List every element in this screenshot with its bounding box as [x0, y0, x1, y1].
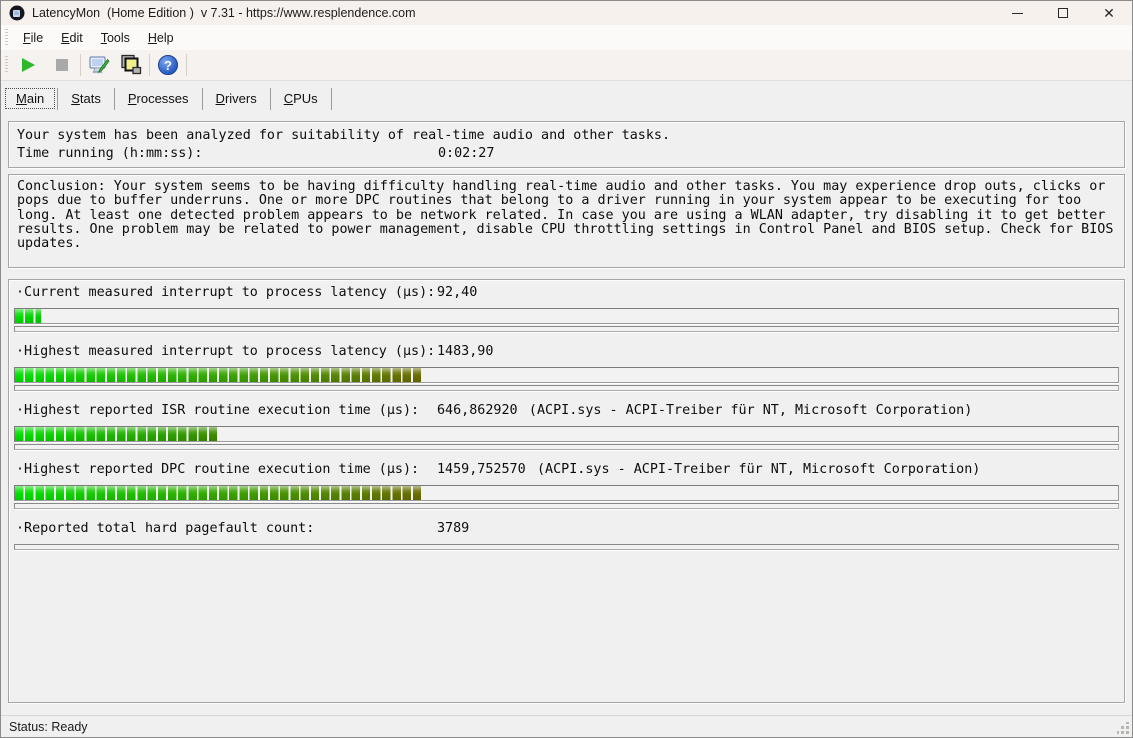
status-bar: Status: Ready — [1, 715, 1132, 737]
menu-help[interactable]: Help — [139, 29, 183, 47]
help-button[interactable]: ? — [154, 52, 182, 78]
tab-separator — [331, 88, 332, 110]
tab-main[interactable]: Main — [5, 88, 55, 109]
conclusion-text: Conclusion: Your system seems to be havi… — [17, 180, 1116, 251]
meter-label: ·Highest measured interrupt to process l… — [16, 345, 437, 359]
close-icon: ✕ — [1103, 6, 1115, 20]
close-button[interactable]: ✕ — [1086, 1, 1132, 25]
time-running-line: Time running (h:mm:ss): 0:02:27 — [17, 145, 1116, 163]
meter-row-highest-latency: ·Highest measured interrupt to process l… — [14, 345, 1119, 391]
window-controls: ✕ — [994, 1, 1132, 25]
meter-bar-fill — [15, 309, 41, 323]
meter-bar — [14, 426, 1119, 442]
tab-separator — [57, 88, 58, 110]
tab-cpus[interactable]: CPUs — [273, 88, 329, 109]
meter-row-dpc-time: ·Highest reported DPC routine execution … — [14, 463, 1119, 509]
minimize-icon — [1012, 13, 1023, 14]
stop-icon — [56, 59, 68, 71]
meter-scale-bar — [14, 544, 1119, 550]
summary-box: Your system has been analyzed for suitab… — [8, 121, 1125, 168]
toolbar-separator — [80, 54, 81, 76]
time-running-label: Time running (h:mm:ss): — [17, 145, 438, 163]
meter-bar — [14, 308, 1119, 324]
tab-separator — [114, 88, 115, 110]
maximize-icon — [1058, 8, 1068, 18]
toolbar-separator — [186, 54, 187, 76]
menu-tools[interactable]: Tools — [92, 29, 139, 47]
meter-value: 92,40 — [437, 286, 477, 300]
help-question-mark: ? — [164, 58, 172, 73]
stop-monitor-button[interactable] — [48, 52, 76, 78]
rebar-gripper — [5, 56, 8, 74]
time-running-value: 0:02:27 — [438, 145, 494, 163]
tab-separator — [202, 88, 203, 110]
meter-value: 646,862920 — [437, 404, 518, 418]
meter-bar-fill — [15, 368, 421, 382]
menu-bar: File Edit Tools Help — [1, 25, 1132, 50]
conclusion-box: Conclusion: Your system seems to be havi… — [8, 174, 1125, 268]
toolbar: ? — [1, 50, 1132, 81]
meter-label: ·Reported total hard pagefault count: — [16, 522, 437, 536]
meter-bar — [14, 485, 1119, 501]
status-text: Status: Ready — [9, 720, 88, 734]
help-icon: ? — [158, 55, 178, 75]
summary-line: Your system has been analyzed for suitab… — [17, 127, 1116, 145]
title-bar: LatencyMon (Home Edition ) v 7.31 - http… — [1, 1, 1132, 25]
meter-row-current-latency: ·Current measured interrupt to process l… — [14, 286, 1119, 332]
meter-label: ·Current measured interrupt to process l… — [16, 286, 437, 300]
menu-file[interactable]: File — [14, 29, 52, 47]
tab-stats[interactable]: Stats — [60, 88, 112, 109]
meter-bar-fill — [15, 427, 218, 441]
meter-label: ·Highest reported ISR routine execution … — [16, 404, 437, 418]
main-panel: Your system has been analyzed for suitab… — [1, 114, 1132, 715]
meter-driver-detail: (ACPI.sys - ACPI-Treiber für NT, Microso… — [537, 463, 980, 477]
meter-driver-detail: (ACPI.sys - ACPI-Treiber für NT, Microso… — [529, 404, 972, 418]
meter-scale-bar — [14, 326, 1119, 332]
maximize-button[interactable] — [1040, 1, 1086, 25]
meter-scale-bar — [14, 385, 1119, 391]
meter-bar-fill — [15, 486, 421, 500]
play-icon — [22, 58, 35, 72]
tab-processes[interactable]: Processes — [117, 88, 200, 109]
resize-grip-icon[interactable] — [1117, 722, 1130, 735]
meter-row-isr-time: ·Highest reported ISR routine execution … — [14, 404, 1119, 450]
meter-scale-bar — [14, 503, 1119, 509]
stacked-windows-icon — [120, 54, 142, 76]
meter-row-pagefault-count: ·Reported total hard pagefault count: 37… — [14, 522, 1119, 550]
meter-bar — [14, 367, 1119, 383]
monitor-tool-icon — [88, 54, 110, 76]
tab-separator — [270, 88, 271, 110]
window-title: LatencyMon (Home Edition ) v 7.31 - http… — [32, 6, 416, 20]
meter-value: 1483,90 — [437, 345, 493, 359]
latencymon-window: LatencyMon (Home Edition ) v 7.31 - http… — [0, 0, 1133, 738]
meter-value: 3789 — [437, 522, 469, 536]
minimize-button[interactable] — [994, 1, 1040, 25]
rebar-gripper — [5, 29, 8, 47]
toolbar-separator — [149, 54, 150, 76]
options-button[interactable] — [85, 52, 113, 78]
meters-box: ·Current measured interrupt to process l… — [8, 279, 1125, 703]
menu-edit[interactable]: Edit — [52, 29, 92, 47]
start-monitor-button[interactable] — [14, 52, 42, 78]
meter-label: ·Highest reported DPC routine execution … — [16, 463, 437, 477]
report-windows-button[interactable] — [117, 52, 145, 78]
tab-drivers[interactable]: Drivers — [205, 88, 268, 109]
tab-strip: Main Stats Processes Drivers CPUs — [1, 81, 1132, 114]
app-icon — [9, 5, 25, 21]
meter-scale-bar — [14, 444, 1119, 450]
meter-value: 1459,752570 — [437, 463, 526, 477]
